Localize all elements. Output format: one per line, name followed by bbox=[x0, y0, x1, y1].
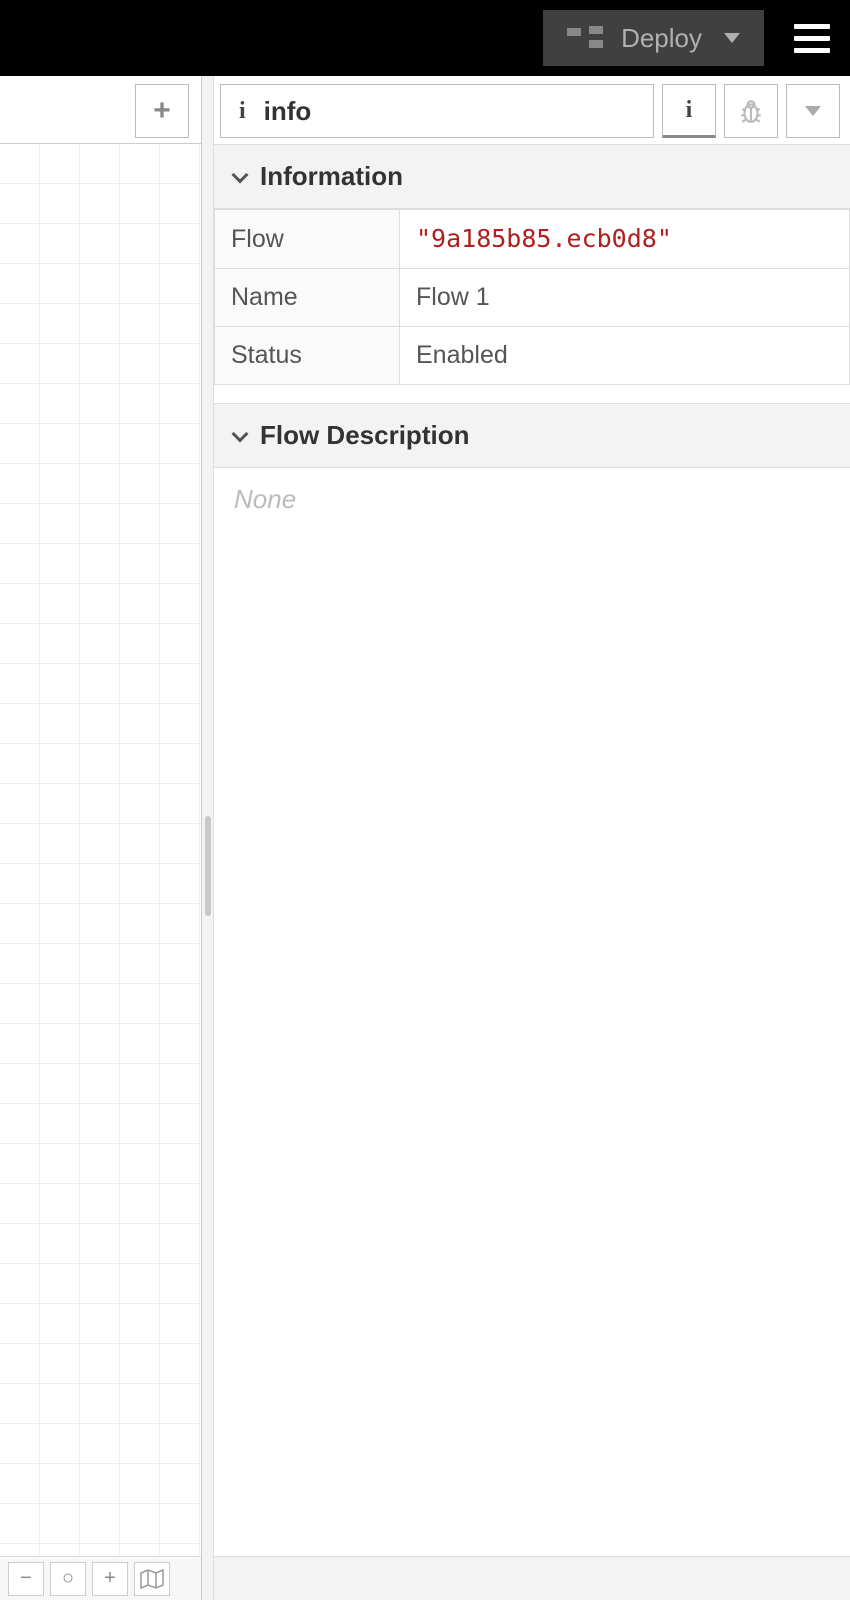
sidebar-tab-info[interactable]: i info bbox=[220, 84, 654, 138]
minus-icon: − bbox=[20, 1567, 32, 1590]
info-icon: i bbox=[239, 98, 246, 125]
canvas-footer: − ○ + bbox=[0, 1556, 201, 1600]
section-title: Flow Description bbox=[260, 420, 469, 451]
sidebar-debug-button[interactable] bbox=[724, 84, 778, 138]
deploy-icon bbox=[567, 26, 607, 50]
sidebar-splitter[interactable] bbox=[202, 76, 214, 1600]
sidebar-tab-label: info bbox=[264, 96, 312, 127]
circle-icon: ○ bbox=[62, 1567, 74, 1590]
flow-tab-bar: + bbox=[0, 76, 201, 144]
deploy-button[interactable]: Deploy bbox=[543, 10, 764, 66]
zoom-reset-button[interactable]: ○ bbox=[50, 1562, 86, 1596]
info-name-value: Flow 1 bbox=[400, 269, 850, 327]
info-icon: i bbox=[686, 97, 693, 124]
splitter-handle-icon bbox=[205, 816, 211, 916]
info-flow-value: "9a185b85.ecb0d8" bbox=[400, 210, 850, 269]
sidebar-footer bbox=[214, 1556, 850, 1600]
sidebar-tab-bar: i info i bbox=[214, 76, 850, 144]
add-flow-button[interactable]: + bbox=[135, 84, 189, 138]
workspace: + − ○ + bbox=[0, 76, 202, 1600]
sidebar-more-button[interactable] bbox=[786, 84, 840, 138]
map-icon bbox=[140, 1569, 164, 1589]
deploy-label: Deploy bbox=[621, 23, 702, 54]
section-title: Information bbox=[260, 161, 403, 192]
sidebar-info-button[interactable]: i bbox=[662, 84, 716, 138]
info-flow-label: Flow bbox=[215, 210, 400, 269]
zoom-in-button[interactable]: + bbox=[92, 1562, 128, 1596]
hamburger-icon bbox=[794, 24, 830, 29]
info-status-label: Status bbox=[215, 327, 400, 385]
main-area: + − ○ + i info i bbox=[0, 76, 850, 1600]
navigator-button[interactable] bbox=[134, 1562, 170, 1596]
caret-down-icon bbox=[724, 33, 740, 43]
sidebar: i info i bbox=[214, 76, 850, 1600]
table-row: Status Enabled bbox=[215, 327, 850, 385]
table-row: Flow "9a185b85.ecb0d8" bbox=[215, 210, 850, 269]
info-name-label: Name bbox=[215, 269, 400, 327]
section-header-description[interactable]: Flow Description bbox=[214, 403, 850, 468]
app-header: Deploy bbox=[0, 0, 850, 76]
flow-description-body: None bbox=[214, 468, 850, 531]
chevron-down-icon bbox=[232, 166, 249, 183]
plus-icon: + bbox=[153, 94, 171, 128]
flow-canvas[interactable] bbox=[0, 144, 201, 1556]
table-row: Name Flow 1 bbox=[215, 269, 850, 327]
zoom-out-button[interactable]: − bbox=[8, 1562, 44, 1596]
menu-button[interactable] bbox=[794, 24, 830, 53]
info-status-value: Enabled bbox=[400, 327, 850, 385]
caret-down-icon bbox=[805, 106, 821, 116]
chevron-down-icon bbox=[232, 425, 249, 442]
plus-icon: + bbox=[104, 1567, 116, 1590]
bug-icon bbox=[738, 98, 764, 124]
section-header-information[interactable]: Information bbox=[214, 144, 850, 209]
info-table: Flow "9a185b85.ecb0d8" Name Flow 1 Statu… bbox=[214, 209, 850, 385]
